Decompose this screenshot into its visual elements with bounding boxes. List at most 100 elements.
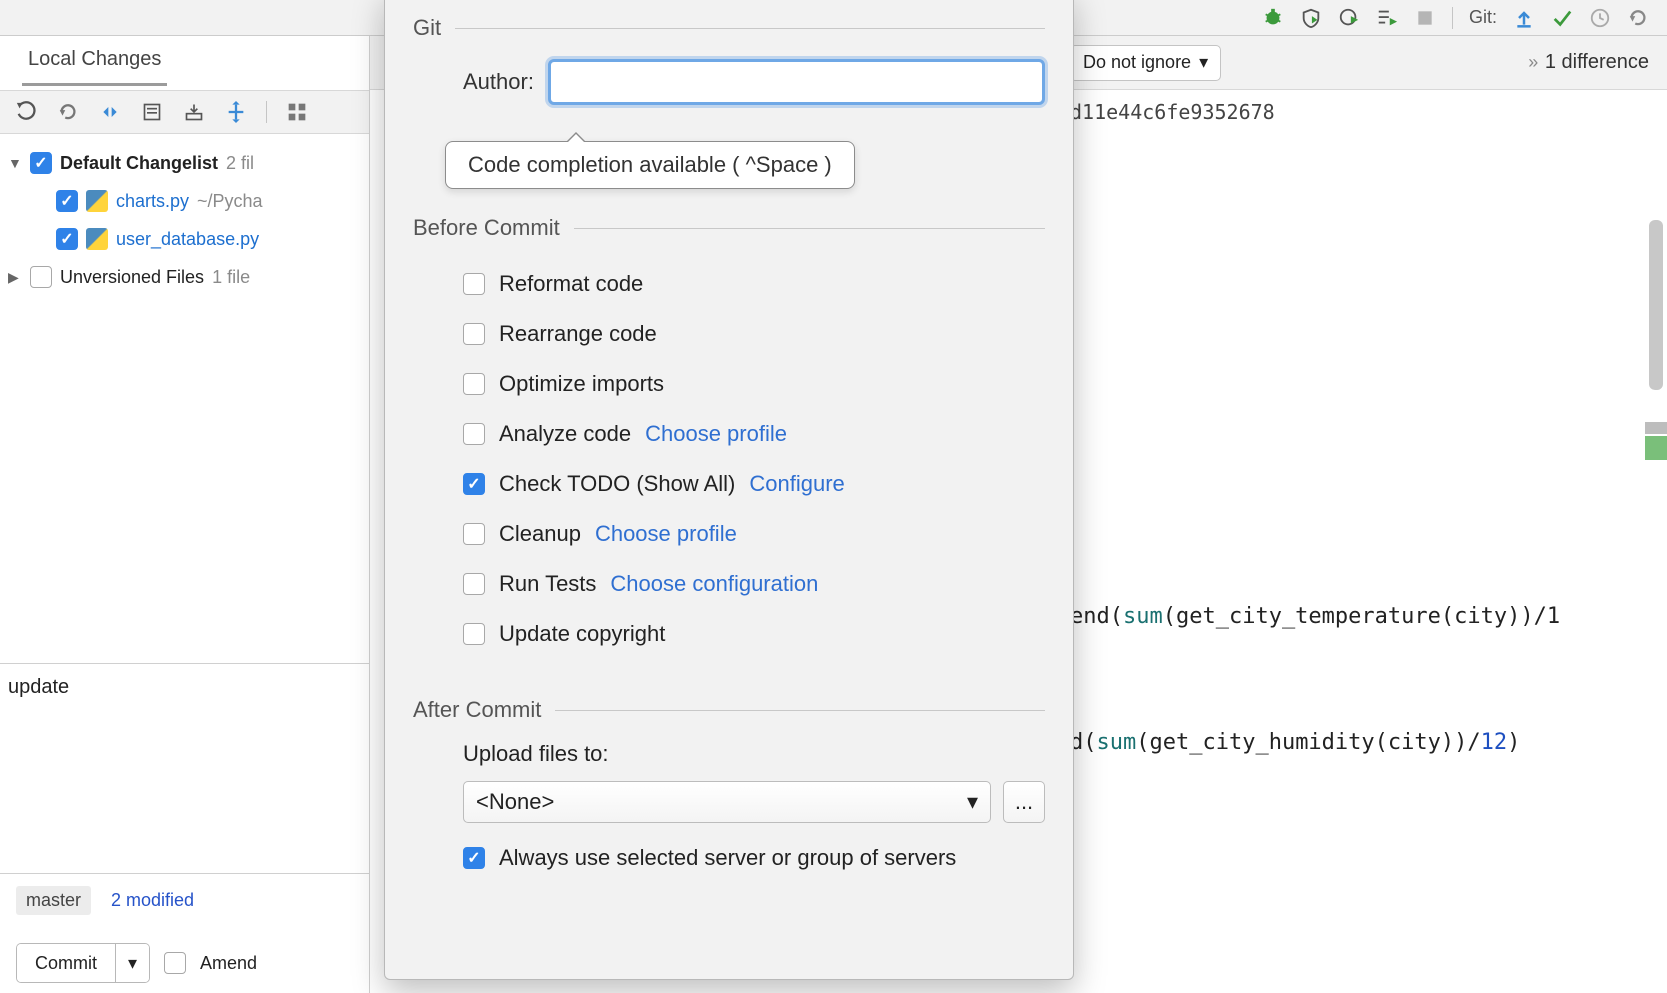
checkbox[interactable] bbox=[463, 523, 485, 545]
checkbox[interactable] bbox=[30, 266, 52, 288]
bug-icon[interactable] bbox=[1262, 7, 1284, 29]
completion-tooltip: Code completion available ( ^Space ) bbox=[445, 141, 855, 189]
commit-options-popup: Git Author: Code completion available ( … bbox=[384, 0, 1074, 980]
ignore-dropdown-label: Do not ignore bbox=[1083, 52, 1191, 73]
checkbox[interactable] bbox=[463, 623, 485, 645]
group-by-icon[interactable] bbox=[285, 100, 309, 124]
option-link[interactable]: Configure bbox=[749, 471, 844, 497]
local-changes-panel: Local Changes ▼ Default Changelist 2 fil… bbox=[0, 36, 370, 993]
statusbar: master 2 modified Commit ▾ Amend bbox=[0, 873, 369, 993]
commit-button[interactable]: Commit ▾ bbox=[16, 943, 150, 983]
tab-local-changes[interactable]: Local Changes bbox=[22, 40, 167, 86]
checkbox[interactable] bbox=[56, 228, 78, 250]
revert-icon[interactable] bbox=[1627, 7, 1649, 29]
commit-dropdown[interactable]: ▾ bbox=[115, 944, 149, 982]
amend-checkbox[interactable] bbox=[164, 952, 186, 974]
always-use-checkbox[interactable] bbox=[463, 847, 485, 869]
option-link[interactable]: Choose profile bbox=[645, 421, 787, 447]
checkbox[interactable] bbox=[463, 473, 485, 495]
unversioned-row[interactable]: ▶ Unversioned Files 1 file bbox=[4, 258, 365, 296]
after-commit-header: After Commit bbox=[413, 697, 1045, 723]
history-icon[interactable] bbox=[1589, 7, 1611, 29]
checkbox[interactable] bbox=[463, 573, 485, 595]
python-file-icon bbox=[86, 190, 108, 212]
author-input[interactable] bbox=[548, 59, 1045, 105]
option-row: Cleanup Choose profile bbox=[463, 509, 1045, 559]
git-section-header: Git bbox=[413, 15, 1045, 41]
diff-count: » 1 difference bbox=[1528, 51, 1649, 74]
commit-check-icon[interactable] bbox=[1551, 7, 1573, 29]
checkbox[interactable] bbox=[56, 190, 78, 212]
left-tabbar: Local Changes bbox=[0, 36, 369, 90]
commit-message-area[interactable]: update bbox=[0, 663, 369, 873]
browse-button[interactable]: ... bbox=[1003, 781, 1045, 823]
always-use-label: Always use selected server or group of s… bbox=[499, 845, 956, 871]
changelist-name: Default Changelist bbox=[60, 153, 218, 174]
checkbox[interactable] bbox=[463, 323, 485, 345]
option-label: Update copyright bbox=[499, 621, 665, 647]
file-path: ~/Pycha bbox=[197, 191, 263, 212]
option-row: Rearrange code bbox=[463, 309, 1045, 359]
changelist-row[interactable]: ▼ Default Changelist 2 fil bbox=[4, 144, 365, 182]
branch-badge[interactable]: master bbox=[16, 886, 91, 915]
diff-icon[interactable] bbox=[98, 100, 122, 124]
chevron-down-icon: ▾ bbox=[967, 789, 978, 815]
file-row[interactable]: charts.py ~/Pycha bbox=[4, 182, 365, 220]
modified-count[interactable]: 2 modified bbox=[111, 890, 194, 911]
file-name: charts.py bbox=[116, 191, 189, 212]
diff-marker[interactable] bbox=[1645, 422, 1667, 434]
left-toolbar bbox=[0, 90, 369, 134]
checkbox[interactable] bbox=[463, 273, 485, 295]
option-label: Cleanup bbox=[499, 521, 581, 547]
chevron-right-icon[interactable]: ▶ bbox=[8, 269, 22, 286]
unshelve-icon[interactable] bbox=[224, 100, 248, 124]
profile-icon[interactable] bbox=[1338, 7, 1360, 29]
option-row: Run Tests Choose configuration bbox=[463, 559, 1045, 609]
upload-select-value: <None> bbox=[476, 789, 554, 815]
git-label: Git: bbox=[1469, 7, 1497, 28]
option-row: Update copyright bbox=[463, 609, 1045, 659]
checkbox[interactable] bbox=[463, 423, 485, 445]
upload-server-select[interactable]: <None> ▾ bbox=[463, 781, 991, 823]
changelist-icon[interactable] bbox=[140, 100, 164, 124]
stop-icon[interactable] bbox=[1414, 7, 1436, 29]
option-link[interactable]: Choose profile bbox=[595, 521, 737, 547]
option-link[interactable]: Choose configuration bbox=[610, 571, 818, 597]
amend-label: Amend bbox=[200, 953, 257, 974]
before-commit-header: Before Commit bbox=[413, 215, 1045, 241]
option-label: Run Tests bbox=[499, 571, 596, 597]
checkbox[interactable] bbox=[30, 152, 52, 174]
option-label: Analyze code bbox=[499, 421, 631, 447]
option-row: Reformat code bbox=[463, 259, 1045, 309]
file-name: user_database.py bbox=[116, 229, 259, 250]
changes-tree: ▼ Default Changelist 2 fil charts.py ~/P… bbox=[0, 134, 369, 663]
ignore-whitespace-dropdown[interactable]: Do not ignore ▾ bbox=[1070, 45, 1221, 81]
diff-marker[interactable] bbox=[1645, 436, 1667, 460]
option-row: Check TODO (Show All) Configure bbox=[463, 459, 1045, 509]
refresh-icon[interactable] bbox=[14, 100, 38, 124]
upload-label: Upload files to: bbox=[413, 741, 1045, 767]
option-row: Analyze code Choose profile bbox=[463, 409, 1045, 459]
rollback-icon[interactable] bbox=[56, 100, 80, 124]
before-commit-options: Reformat codeRearrange codeOptimize impo… bbox=[413, 259, 1045, 659]
coverage-icon[interactable] bbox=[1300, 7, 1322, 29]
author-label: Author: bbox=[463, 69, 534, 95]
unversioned-count: 1 file bbox=[212, 267, 250, 288]
option-label: Check TODO (Show All) bbox=[499, 471, 735, 497]
chevron-down-icon: ▾ bbox=[1199, 52, 1208, 73]
scrollbar-thumb[interactable] bbox=[1649, 220, 1663, 390]
chevron-down-icon[interactable]: ▼ bbox=[8, 155, 22, 171]
run-list-icon[interactable] bbox=[1376, 7, 1398, 29]
python-file-icon bbox=[86, 228, 108, 250]
option-label: Rearrange code bbox=[499, 321, 657, 347]
separator bbox=[1452, 7, 1453, 29]
separator bbox=[266, 101, 267, 123]
unversioned-label: Unversioned Files bbox=[60, 267, 204, 288]
commit-button-label[interactable]: Commit bbox=[17, 944, 115, 982]
checkbox[interactable] bbox=[463, 373, 485, 395]
shelve-icon[interactable] bbox=[182, 100, 206, 124]
author-row: Author: bbox=[413, 59, 1045, 105]
chevron-right-icon: » bbox=[1528, 52, 1535, 72]
file-row[interactable]: user_database.py bbox=[4, 220, 365, 258]
update-icon[interactable] bbox=[1513, 7, 1535, 29]
